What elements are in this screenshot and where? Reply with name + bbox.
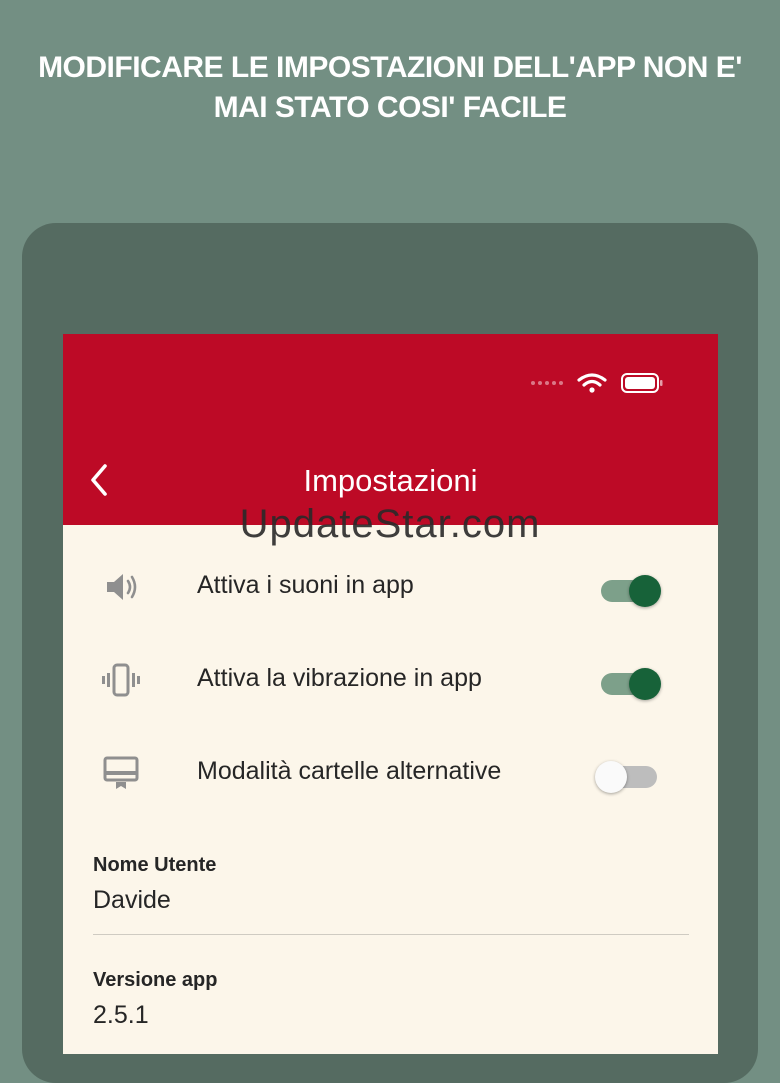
vibration-toggle[interactable] [599, 666, 663, 700]
wifi-icon [577, 373, 607, 393]
username-field[interactable]: Davide [93, 886, 171, 915]
alt-cards-toggle[interactable] [595, 759, 663, 793]
app-version-label: Versione app [93, 969, 218, 991]
divider [93, 934, 689, 935]
app-version-value: 2.5.1 [93, 1001, 149, 1029]
setting-row-vibration: Attiva la vibrazione in app [63, 650, 718, 710]
username-label: Nome Utente [93, 854, 217, 876]
status-bar [531, 371, 663, 395]
sounds-toggle[interactable] [599, 573, 663, 607]
signal-dots-icon [531, 381, 563, 385]
setting-label-sounds: Attiva i suoni in app [197, 571, 414, 599]
setting-label-vibration: Attiva la vibrazione in app [197, 664, 482, 692]
app-screen: Impostazioni Attiva i suoni in app Attiv… [63, 334, 718, 1054]
headline-line-1: MODIFICARE LE IMPOSTAZIONI DELL'APP NON … [38, 51, 742, 84]
setting-label-alt-cards: Modalità cartelle alternative [197, 757, 502, 785]
promo-headline: MODIFICARE LE IMPOSTAZIONI DELL'APP NON … [0, 48, 780, 128]
speaker-icon [107, 574, 137, 600]
vibration-icon [102, 663, 140, 697]
headline-line-2: MAI STATO COSI' FACILE [213, 91, 567, 124]
page-title: Impostazioni [303, 463, 478, 498]
setting-row-sounds: Attiva i suoni in app [63, 557, 718, 617]
battery-icon [621, 373, 663, 393]
app-bar: Impostazioni [63, 334, 718, 525]
card-icon [103, 756, 139, 789]
setting-row-alt-cards: Modalità cartelle alternative [63, 743, 718, 803]
